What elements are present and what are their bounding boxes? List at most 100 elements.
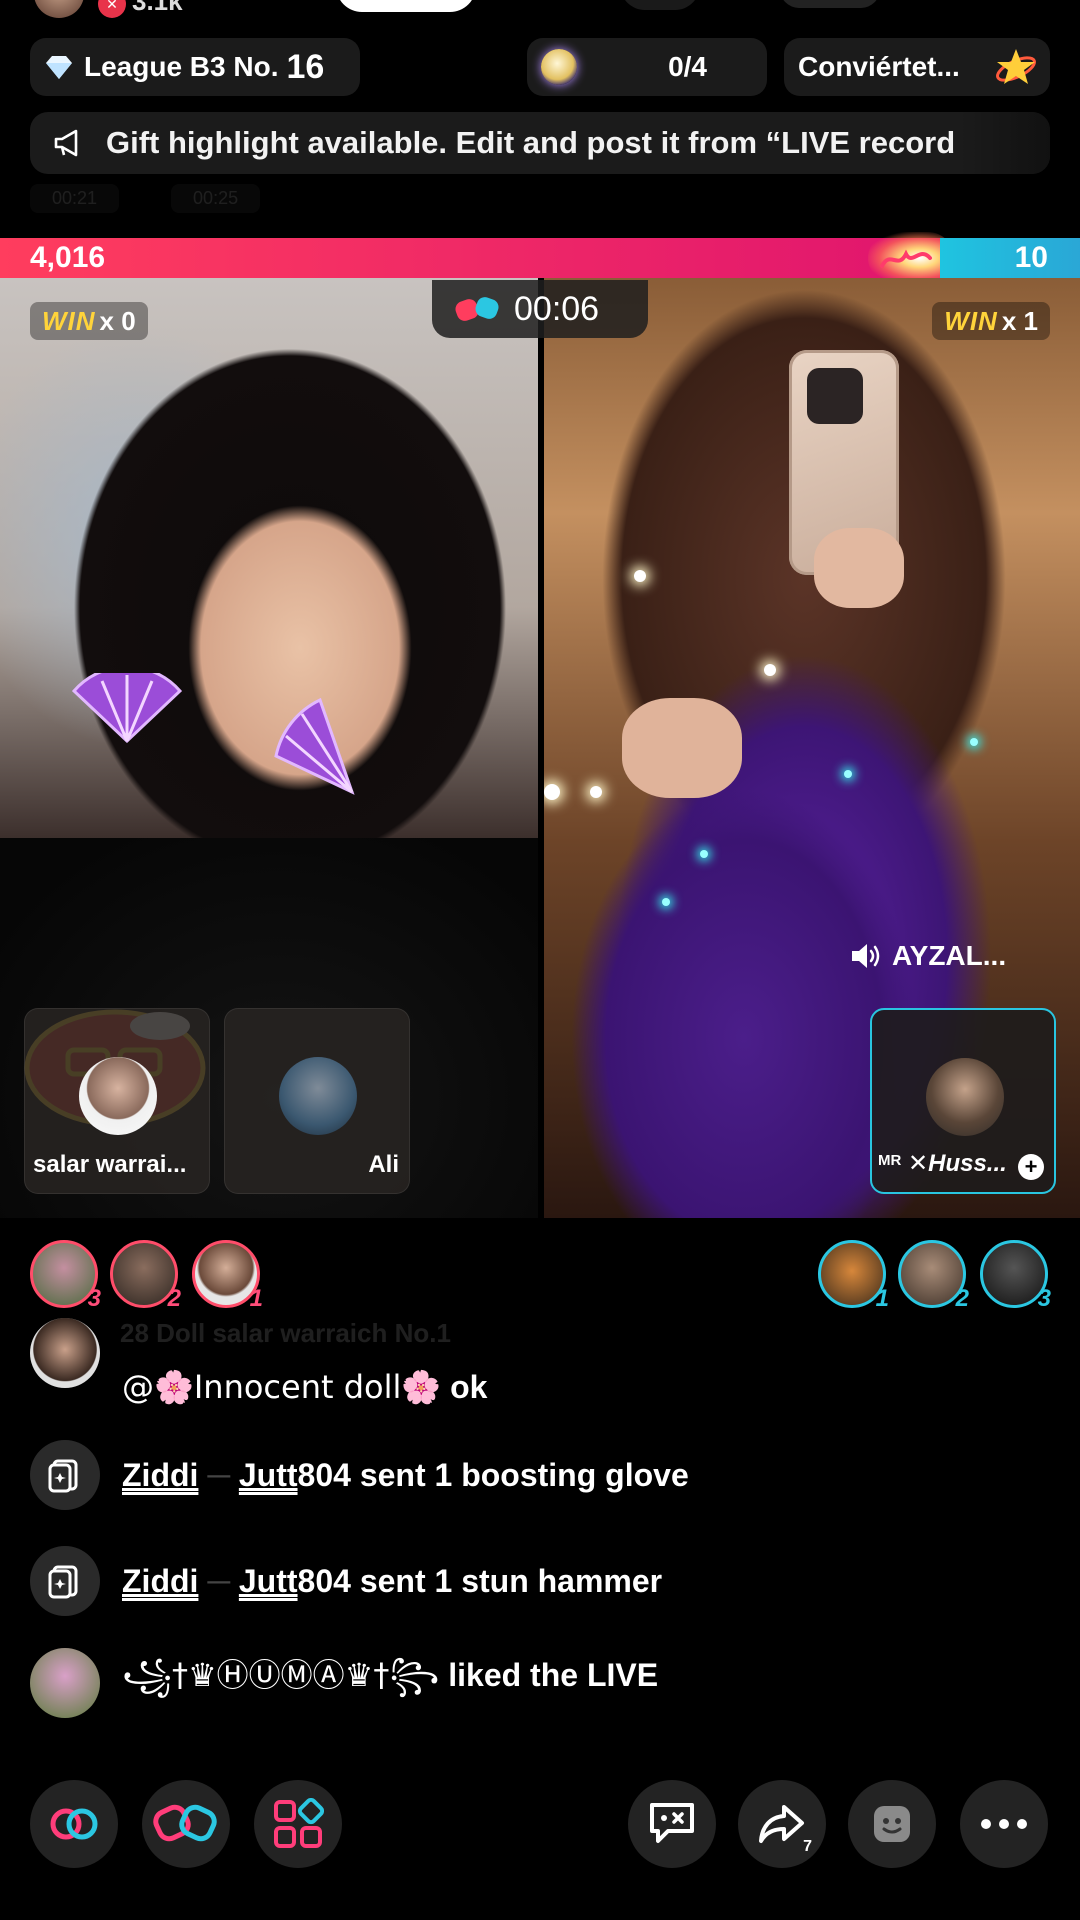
top-center-button[interactable]	[620, 0, 700, 10]
banner-text: Gift highlight available. Edit and post …	[106, 125, 956, 160]
multi-guest-button[interactable]	[30, 1780, 118, 1868]
left-win-counter: WIN x 0	[30, 302, 148, 340]
sparkle	[844, 770, 852, 778]
boxing-gloves-icon	[455, 297, 499, 321]
chat-user[interactable]: Ziddi	[122, 1457, 198, 1493]
battle-button[interactable]	[142, 1780, 230, 1868]
add-guest-icon[interactable]: +	[1018, 1154, 1044, 1180]
viewer-avatars[interactable]	[780, 0, 880, 8]
chat-user[interactable]: ꧁†♛ⒽⓊⓂⒶ♛†꧂	[122, 1656, 439, 1694]
chat-mention: @🌸Innocent doll🌸	[122, 1368, 442, 1406]
chat-text: Ziddi ─ Jutt804 sent 1 stun hammer	[122, 1563, 662, 1600]
chat-gift-message[interactable]: Ziddi ─ Jutt804 sent 1 boosting glove	[30, 1440, 689, 1510]
chat-message[interactable]: @🌸Innocent doll🌸 ok	[30, 1318, 487, 1406]
banner-fade	[960, 112, 1050, 174]
league-label: League B3 No.	[84, 51, 279, 82]
comment-off-icon	[650, 1803, 694, 1843]
gift-highlight-banner[interactable]: Gift highlight available. Edit and post …	[30, 112, 1050, 174]
chat-like-message[interactable]: ꧁†♛ⒽⓊⓂⒶ♛†꧂ liked the LIVE	[30, 1648, 658, 1718]
chat-separator: ─	[198, 1456, 239, 1493]
host-avatar[interactable]	[34, 0, 84, 18]
more-features-button[interactable]	[254, 1780, 342, 1868]
active-speaker: AYZAL...	[850, 940, 1006, 972]
guest-name-prefix: MR	[878, 1152, 902, 1169]
guest-avatar	[926, 1058, 1004, 1136]
phone-camera	[807, 368, 863, 424]
speaker-icon	[852, 944, 880, 968]
diamond-icon	[46, 56, 72, 79]
chat-user[interactable]: Jutt	[239, 1457, 298, 1493]
chat-user[interactable]: Jutt	[239, 1563, 298, 1599]
moon-icon	[541, 49, 577, 85]
top-gifter-avatar[interactable]: 2	[110, 1240, 181, 1312]
league-badge[interactable]: League B3 No. 16	[30, 38, 360, 96]
share-button[interactable]: 7	[738, 1780, 826, 1868]
goal-progress[interactable]: 0/4	[527, 38, 767, 96]
right-win-count: x 1	[1001, 305, 1038, 336]
share-icon	[759, 1805, 804, 1843]
left-score: 4,016	[30, 241, 106, 274]
guest-name: salar warrai...	[33, 1151, 187, 1178]
like-count: 3.1k	[132, 0, 183, 16]
sparkle	[764, 664, 776, 676]
guest-tile[interactable]: salar warrai...	[24, 1008, 210, 1194]
chat-text: ꧁†♛ⒽⓊⓂⒶ♛†꧂ liked the LIVE	[122, 1650, 658, 1716]
chat-user[interactable]: Ziddi	[122, 1563, 198, 1599]
convert-label: Conviértet...	[798, 51, 960, 82]
top-gifter-avatar[interactable]: 1	[192, 1240, 263, 1312]
boxing-gloves-icon	[153, 1804, 217, 1842]
gift-card-icon	[30, 1440, 100, 1510]
timer-value: 00:06	[514, 289, 600, 328]
chat-text: Ziddi ─ Jutt804 sent 1 boosting glove	[122, 1457, 689, 1494]
chat-body: 804 sent 1 boosting glove	[297, 1456, 689, 1493]
rank-number: 2	[955, 1285, 969, 1312]
sparkle	[970, 738, 978, 746]
guest-avatar	[279, 1057, 357, 1135]
link-icon	[50, 1808, 98, 1840]
right-score: 10	[1014, 241, 1048, 274]
sparkle	[590, 786, 602, 798]
chat-avatar[interactable]	[30, 1318, 100, 1388]
rank-number: 2	[167, 1285, 181, 1312]
top-gifter-avatar[interactable]: 1	[818, 1240, 889, 1312]
win-label: WIN	[944, 305, 998, 336]
faded-chips: 00:21 00:25	[30, 184, 261, 213]
mic-off-icon: ✕	[98, 0, 126, 18]
chat-body: 804 sent 1 stun hammer	[297, 1562, 663, 1599]
hand-fan-icon	[274, 697, 355, 795]
battle-score-bar: 4,016 10	[0, 232, 1080, 284]
gift-button[interactable]	[848, 1780, 936, 1868]
win-label: WIN	[42, 305, 96, 336]
megaphone-icon	[54, 129, 78, 157]
chat-separator: ─	[198, 1562, 239, 1599]
rank-number: 3	[87, 1285, 101, 1312]
chat-gift-message[interactable]: Ziddi ─ Jutt804 sent 1 stun hammer	[30, 1546, 662, 1616]
active-speaker-name: AYZAL...	[892, 940, 1007, 971]
ellipsis-icon	[981, 1819, 1027, 1829]
convert-button[interactable]: Conviértet...	[784, 38, 1050, 96]
share-count: 7	[803, 1838, 812, 1855]
guest-tile[interactable]: MR ✕Huss... +	[870, 1008, 1056, 1194]
blue-team-bar: 10	[939, 238, 1080, 278]
more-options-button[interactable]	[960, 1780, 1048, 1868]
guest-tile[interactable]: Ali	[224, 1008, 410, 1194]
sparkle	[662, 898, 670, 906]
top-gifter-avatar[interactable]: 2	[898, 1240, 969, 1312]
guest-name: Ali	[368, 1151, 399, 1178]
guest-avatar	[79, 1057, 157, 1135]
sparkle	[634, 570, 646, 582]
top-strip: ✕ 3.1k	[0, 0, 1080, 18]
gift-card-icon	[30, 1546, 100, 1616]
hand-image	[622, 698, 742, 798]
chat-body: ok	[441, 1369, 488, 1405]
top-gifter-avatar[interactable]: 3	[30, 1240, 101, 1312]
battle-timer: 00:06	[432, 280, 648, 338]
top-gifter-avatar[interactable]: 3	[980, 1240, 1051, 1312]
follow-button[interactable]	[336, 0, 476, 12]
chat-avatar[interactable]	[30, 1648, 100, 1718]
rank-number: 1	[249, 1285, 263, 1312]
faded-chip: 00:21	[30, 184, 120, 213]
grid-icon	[274, 1798, 324, 1848]
comment-toggle-button[interactable]	[628, 1780, 716, 1868]
red-team-bar: 4,016	[0, 232, 954, 284]
